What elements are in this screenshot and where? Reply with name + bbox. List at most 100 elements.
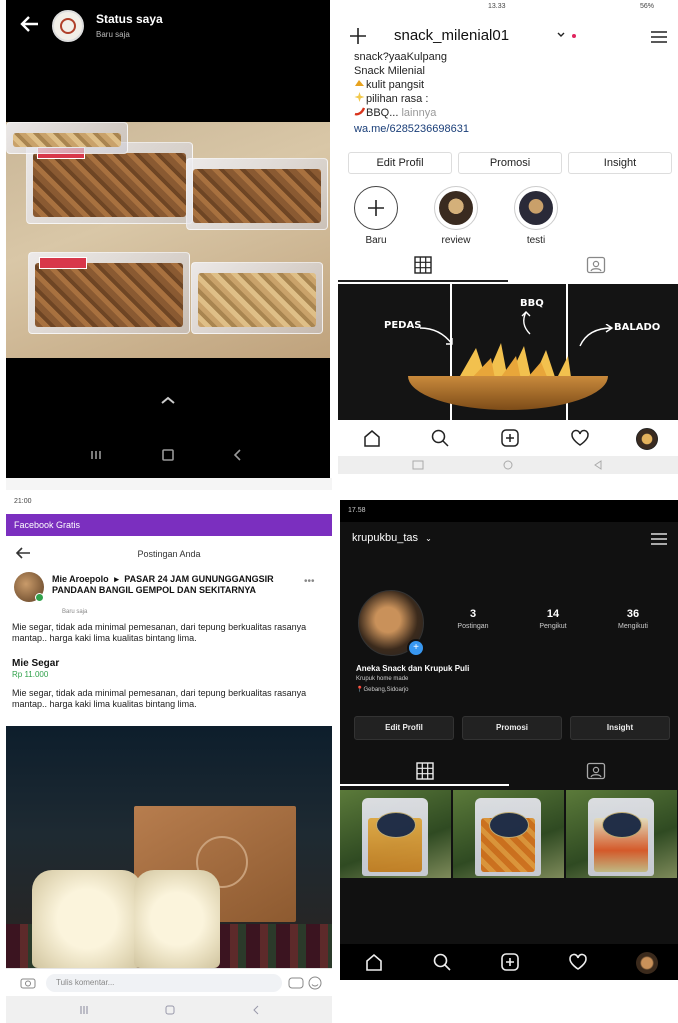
- author-name[interactable]: Mie Aroepolo: [52, 574, 109, 584]
- active-tab-indicator: [340, 784, 509, 786]
- back-arrow-icon[interactable]: [18, 12, 42, 36]
- new-post-icon[interactable]: [348, 26, 368, 46]
- stat-label: Postingan: [457, 623, 489, 630]
- product-price: Rp 11.000: [12, 670, 49, 679]
- highlight-label: review: [441, 235, 471, 246]
- bio-line: pilihan rasa :: [354, 92, 428, 106]
- comment-bar: Tulis komentar...: [6, 968, 332, 997]
- insight-button[interactable]: Insight: [568, 152, 672, 174]
- bio-more-link[interactable]: lainnya: [401, 107, 436, 119]
- post-author[interactable]: Mie Aroepolo ▸ PASAR 24 JAM GUNUNGGANGSI…: [52, 574, 302, 596]
- arrow-icon: [419, 327, 453, 345]
- heart-icon[interactable]: [570, 428, 590, 448]
- highlight-testi[interactable]: testi: [510, 186, 562, 246]
- bio-location: 📍Gebang,Sidoarjo: [356, 686, 409, 693]
- status-bar: 13.33 56%: [338, 0, 678, 14]
- menu-icon[interactable]: [650, 532, 668, 546]
- home-icon[interactable]: [362, 428, 382, 448]
- tagged-icon[interactable]: [586, 256, 606, 274]
- post-thumbnail[interactable]: [340, 790, 451, 878]
- search-icon[interactable]: [432, 952, 452, 972]
- username-text[interactable]: krupukbu_tas: [352, 532, 418, 544]
- plus-icon: [368, 200, 384, 216]
- instagram-profile-light: 13.33 56% snack_milenial01 snack?yaaKulp…: [338, 0, 678, 474]
- bio-link[interactable]: wa.me/6285236698631: [354, 122, 469, 136]
- bio-line: kulit pangsit: [354, 78, 424, 92]
- stat-value: 36: [626, 608, 640, 620]
- stat-following[interactable]: 36 Mengikuti: [598, 608, 668, 630]
- back-nav-icon[interactable]: [592, 460, 604, 470]
- heart-icon[interactable]: [568, 952, 588, 972]
- tagged-icon[interactable]: [586, 762, 606, 780]
- recents-icon[interactable]: [412, 460, 424, 470]
- home-icon[interactable]: [364, 952, 384, 972]
- flavor-label: BBQ: [520, 298, 544, 309]
- stat-label: Mengikuti: [618, 623, 648, 630]
- insight-button[interactable]: Insight: [570, 716, 670, 740]
- add-post-icon[interactable]: [500, 428, 520, 448]
- snack-pack-image: [6, 122, 128, 154]
- recents-icon[interactable]: [78, 1004, 90, 1016]
- menu-icon[interactable]: [650, 30, 668, 44]
- grid-icon[interactable]: [414, 256, 432, 274]
- bottom-navigation: [338, 420, 678, 456]
- bio-description: Krupuk home made: [356, 676, 409, 682]
- noodle-bag-image: [134, 870, 220, 968]
- post-thumbnail[interactable]: [566, 790, 677, 878]
- bowl-image: [408, 376, 608, 410]
- grid-icon[interactable]: [416, 762, 434, 780]
- stat-label: Pengikut: [539, 623, 567, 630]
- search-icon[interactable]: [430, 428, 450, 448]
- emoji-icon[interactable]: [308, 976, 322, 990]
- profile-avatar-icon[interactable]: [636, 428, 658, 450]
- instagram-profile-dark: 17.58 krupukbu_tas ⌄ + 3 Postingan 14 Pe…: [340, 500, 678, 980]
- edit-profile-button[interactable]: Edit Profil: [348, 152, 452, 174]
- add-post-icon[interactable]: [500, 952, 520, 972]
- more-options-icon[interactable]: •••: [304, 576, 315, 587]
- recents-icon[interactable]: [86, 446, 106, 464]
- promote-button[interactable]: Promosi: [458, 152, 562, 174]
- chevron-down-icon[interactable]: [556, 30, 566, 40]
- gif-icon[interactable]: [288, 977, 304, 989]
- bio-name: Aneka Snack dan Krupuk Puli: [356, 664, 470, 673]
- home-square-icon[interactable]: [164, 1004, 176, 1016]
- stat-posts[interactable]: 3 Postingan: [438, 608, 508, 630]
- stat-followers[interactable]: 14 Pengikut: [518, 608, 588, 630]
- profile-avatar-icon[interactable]: [636, 952, 658, 974]
- bottom-navigation: [340, 944, 678, 980]
- sparkle-emoji-icon: [354, 92, 366, 102]
- comment-input[interactable]: Tulis komentar...: [46, 974, 282, 992]
- profile-username[interactable]: snack_milenial01: [394, 27, 509, 44]
- location-text: Gebang,Sidoarjo: [363, 687, 409, 693]
- edit-profile-button[interactable]: Edit Profil: [354, 716, 454, 740]
- post-grid[interactable]: PEDAS BBQ BALADO: [338, 284, 678, 420]
- profile-tabs: [340, 758, 678, 786]
- system-nav-bar: [6, 996, 332, 1023]
- camera-icon[interactable]: [20, 977, 36, 989]
- home-square-icon[interactable]: [158, 446, 178, 464]
- highlight-new[interactable]: Baru: [350, 186, 402, 246]
- post-photo[interactable]: [6, 726, 332, 968]
- highlight-review[interactable]: review: [430, 186, 482, 246]
- post-thumbnail[interactable]: [453, 790, 564, 878]
- status-time: 13.33: [488, 3, 506, 10]
- bio-line: Snack Milenial: [354, 65, 425, 77]
- chevron-down-icon[interactable]: ⌄: [425, 534, 432, 543]
- profile-username[interactable]: krupukbu_tas ⌄: [352, 532, 432, 544]
- back-nav-icon[interactable]: [228, 446, 248, 464]
- promote-button[interactable]: Promosi: [462, 716, 562, 740]
- page-title: Postingan Anda: [137, 549, 201, 559]
- status-title: Status saya: [96, 12, 163, 26]
- profile-avatar[interactable]: +: [358, 590, 425, 657]
- swipe-up-icon[interactable]: [158, 394, 178, 406]
- avatar[interactable]: [52, 10, 84, 42]
- bio-line: snack?yaaKulpang: [354, 51, 447, 63]
- post-text: Mie segar, tidak ada minimal pemesanan, …: [12, 622, 307, 643]
- add-story-icon[interactable]: +: [407, 639, 425, 657]
- home-circle-icon[interactable]: [502, 460, 514, 470]
- profile-tabs: [338, 252, 678, 282]
- status-photo: [6, 122, 330, 358]
- author-avatar[interactable]: [14, 572, 44, 602]
- back-nav-icon[interactable]: [250, 1004, 262, 1016]
- status-viewer: Status saya Baru saja: [6, 0, 330, 478]
